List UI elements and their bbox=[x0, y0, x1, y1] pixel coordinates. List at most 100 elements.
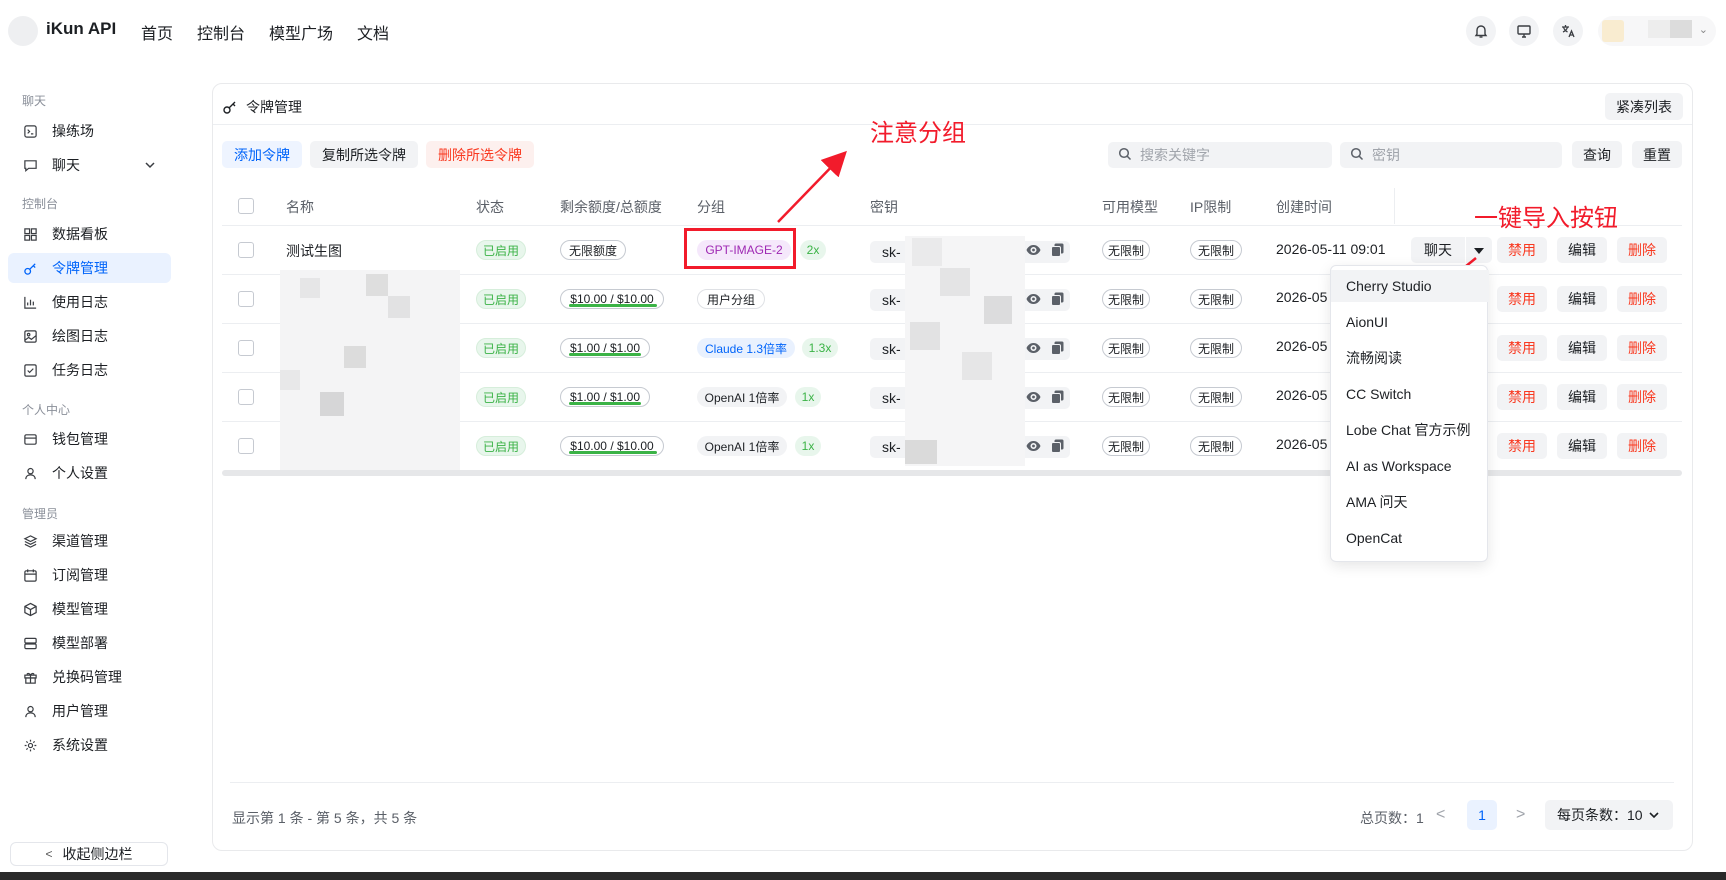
sidebar-item-subscriptions[interactable]: 订阅管理 bbox=[8, 560, 171, 590]
page-number-current[interactable]: 1 bbox=[1467, 800, 1497, 830]
add-token-button[interactable]: 添加令牌 bbox=[222, 141, 302, 168]
select-all-checkbox[interactable] bbox=[238, 198, 254, 214]
chevron-down-icon[interactable] bbox=[143, 158, 157, 175]
sidebar-item-dashboard[interactable]: 数据看板 bbox=[8, 219, 171, 249]
delete-button[interactable]: 删除 bbox=[1617, 384, 1667, 410]
copy-icon[interactable] bbox=[1049, 291, 1065, 307]
sidebar-item-system-settings[interactable]: 系统设置 bbox=[8, 730, 171, 760]
sidebar-item-playground[interactable]: 操练场 bbox=[8, 116, 171, 146]
monitor-icon[interactable] bbox=[1509, 16, 1539, 46]
server-icon bbox=[22, 635, 38, 651]
eye-icon[interactable] bbox=[1025, 340, 1041, 356]
keyword-search-field[interactable] bbox=[1108, 142, 1332, 168]
disable-button[interactable]: 禁用 bbox=[1497, 237, 1547, 263]
query-button[interactable]: 查询 bbox=[1572, 141, 1622, 168]
sidebar-item-wallet[interactable]: 钱包管理 bbox=[8, 424, 171, 454]
row-checkbox[interactable] bbox=[238, 389, 254, 405]
row-checkbox[interactable] bbox=[238, 291, 254, 307]
chat-icon bbox=[22, 157, 38, 173]
dropdown-item-ama[interactable]: AMA 问天 bbox=[1331, 486, 1489, 518]
chat-button[interactable]: 聊天 bbox=[1411, 237, 1465, 263]
sidebar-item-token-management[interactable]: 令牌管理 bbox=[8, 253, 171, 283]
delete-button[interactable]: 删除 bbox=[1617, 286, 1667, 312]
image-icon bbox=[22, 328, 38, 344]
delete-selected-button[interactable]: 删除所选令牌 bbox=[426, 141, 534, 168]
sidebar-item-models[interactable]: 模型管理 bbox=[8, 594, 171, 624]
eye-icon[interactable] bbox=[1025, 389, 1041, 405]
copy-icon[interactable] bbox=[1049, 438, 1065, 454]
sidebar-item-channels[interactable]: 渠道管理 bbox=[8, 526, 171, 556]
edit-button[interactable]: 编辑 bbox=[1557, 237, 1607, 263]
group-tag: Claude 1.3倍率 bbox=[697, 338, 795, 358]
brand-name[interactable]: iKun API bbox=[46, 19, 116, 39]
row-checkbox[interactable] bbox=[238, 242, 254, 258]
translate-icon[interactable] bbox=[1553, 16, 1583, 46]
status-badge: 已启用 bbox=[476, 436, 526, 456]
key-search-field[interactable] bbox=[1340, 142, 1562, 168]
disable-button[interactable]: 禁用 bbox=[1497, 286, 1547, 312]
nav-model-square[interactable]: 模型广场 bbox=[269, 20, 333, 44]
sidebar-item-chat[interactable]: 聊天 bbox=[8, 150, 171, 180]
column-header-status: 状态 bbox=[476, 199, 504, 215]
created-time: 2026-05 bbox=[1276, 289, 1328, 305]
eye-icon[interactable] bbox=[1025, 438, 1041, 454]
sidebar-item-draw-log[interactable]: 绘图日志 bbox=[8, 321, 171, 351]
dropdown-item-cc-switch[interactable]: CC Switch bbox=[1331, 378, 1489, 410]
quota-progress bbox=[569, 402, 641, 405]
pagination-summary: 显示第 1 条 - 第 5 条，共 5 条 bbox=[232, 810, 418, 826]
dropdown-item-fluent-reading[interactable]: 流畅阅读 bbox=[1331, 342, 1489, 374]
quota-progress bbox=[569, 451, 657, 454]
nav-home[interactable]: 首页 bbox=[141, 20, 173, 44]
user-avatar-menu[interactable]: ⌄ bbox=[1598, 16, 1716, 46]
delete-button[interactable]: 删除 bbox=[1617, 433, 1667, 459]
chevron-right-icon[interactable]: > bbox=[1516, 806, 1525, 824]
dropdown-item-lobe-chat[interactable]: Lobe Chat 官方示例 bbox=[1331, 414, 1489, 446]
copy-icon[interactable] bbox=[1049, 242, 1065, 258]
nav-console[interactable]: 控制台 bbox=[197, 20, 245, 44]
status-badge: 已启用 bbox=[476, 289, 526, 309]
sidebar-item-task-log[interactable]: 任务日志 bbox=[8, 355, 171, 385]
sidebar-item-personal-settings[interactable]: 个人设置 bbox=[8, 458, 171, 488]
reset-button[interactable]: 重置 bbox=[1632, 141, 1682, 168]
collapse-sidebar-button[interactable]: < 收起侧边栏 bbox=[10, 842, 168, 866]
copy-icon[interactable] bbox=[1049, 389, 1065, 405]
edit-button[interactable]: 编辑 bbox=[1557, 384, 1607, 410]
group-tag: OpenAI 1倍率 bbox=[697, 436, 787, 456]
row-checkbox[interactable] bbox=[238, 438, 254, 454]
copy-icon[interactable] bbox=[1049, 340, 1065, 356]
avatar bbox=[1602, 20, 1624, 42]
delete-button[interactable]: 删除 bbox=[1617, 237, 1667, 263]
copy-selected-button[interactable]: 复制所选令牌 bbox=[310, 141, 418, 168]
eye-icon[interactable] bbox=[1025, 242, 1041, 258]
dropdown-item-cherry-studio[interactable]: Cherry Studio bbox=[1331, 270, 1489, 302]
row-checkbox[interactable] bbox=[238, 340, 254, 356]
logo[interactable] bbox=[8, 16, 38, 46]
edit-button[interactable]: 编辑 bbox=[1557, 286, 1607, 312]
sidebar-item-redeem-codes[interactable]: 兑换码管理 bbox=[8, 662, 171, 692]
chevron-left-icon: < bbox=[45, 847, 53, 861]
chat-dropdown-toggle[interactable] bbox=[1466, 237, 1492, 263]
bell-icon[interactable] bbox=[1466, 16, 1496, 46]
delete-button[interactable]: 删除 bbox=[1617, 335, 1667, 361]
eye-icon[interactable] bbox=[1025, 291, 1041, 307]
nav-docs[interactable]: 文档 bbox=[357, 20, 389, 44]
keyword-search-input[interactable] bbox=[1140, 147, 1320, 163]
disable-button[interactable]: 禁用 bbox=[1497, 384, 1547, 410]
compact-list-toggle[interactable]: 紧凑列表 bbox=[1605, 93, 1683, 120]
sidebar-item-usage-log[interactable]: 使用日志 bbox=[8, 287, 171, 317]
disable-button[interactable]: 禁用 bbox=[1497, 433, 1547, 459]
dropdown-item-opencat[interactable]: OpenCat bbox=[1331, 522, 1489, 554]
models-badge: 无限制 bbox=[1102, 240, 1150, 260]
ip-badge: 无限制 bbox=[1190, 387, 1242, 407]
chevron-left-icon[interactable]: < bbox=[1436, 806, 1445, 824]
disable-button[interactable]: 禁用 bbox=[1497, 335, 1547, 361]
dropdown-item-ai-as-workspace[interactable]: AI as Workspace bbox=[1331, 450, 1489, 482]
sidebar-item-deployments[interactable]: 模型部署 bbox=[8, 628, 171, 658]
chat-client-dropdown: Cherry Studio AionUI 流畅阅读 CC Switch Lobe… bbox=[1330, 265, 1489, 562]
edit-button[interactable]: 编辑 bbox=[1557, 335, 1607, 361]
dropdown-item-aionui[interactable]: AionUI bbox=[1331, 306, 1489, 338]
sidebar-item-users[interactable]: 用户管理 bbox=[8, 696, 171, 726]
key-search-input[interactable] bbox=[1372, 147, 1552, 163]
page-size-select[interactable]: 每页条数：10 bbox=[1545, 800, 1673, 830]
edit-button[interactable]: 编辑 bbox=[1557, 433, 1607, 459]
